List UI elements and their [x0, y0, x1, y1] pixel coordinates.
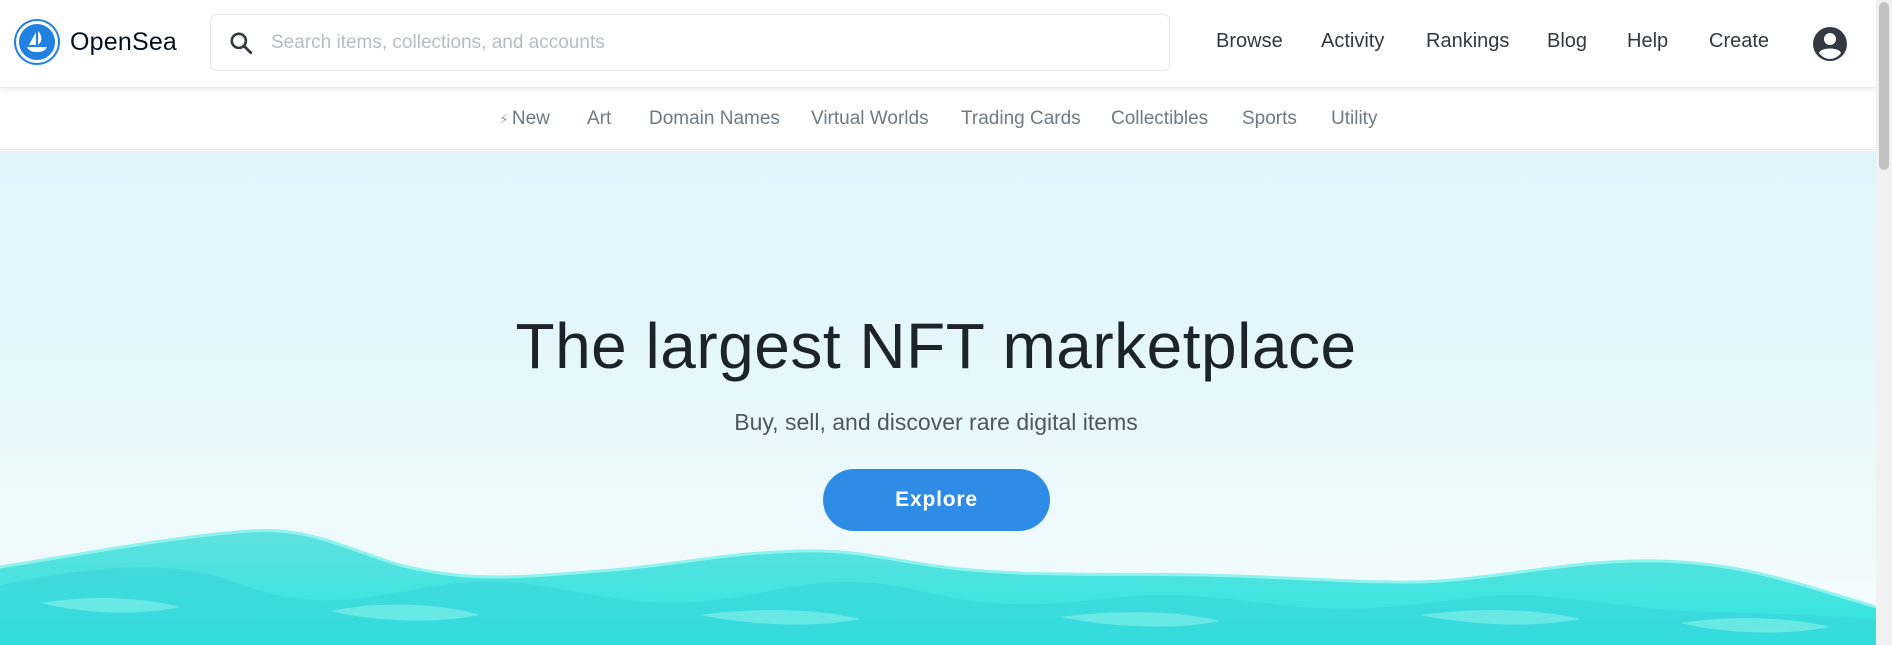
category-collectibles[interactable]: Collectibles: [1111, 108, 1208, 130]
account-circle-icon[interactable]: [1808, 22, 1852, 66]
explore-button[interactable]: Explore: [823, 469, 1050, 531]
search-input[interactable]: [271, 15, 1151, 70]
nav-blog[interactable]: Blog: [1547, 30, 1587, 53]
category-virtual-worlds[interactable]: Virtual Worlds: [811, 108, 929, 130]
hero-title: The largest NFT marketplace: [515, 310, 1357, 382]
hero-subtitle: Buy, sell, and discover rare digital ite…: [734, 409, 1138, 435]
opensea-logo-icon: [16, 21, 58, 63]
nav-activity[interactable]: Activity: [1321, 30, 1384, 53]
page-scrollbar[interactable]: [1876, 0, 1892, 645]
nav-help[interactable]: Help: [1627, 30, 1668, 53]
brand-logo-link[interactable]: OpenSea: [16, 20, 177, 64]
category-new[interactable]: ⚡︎ New: [499, 108, 550, 130]
scrollbar-thumb[interactable]: [1879, 2, 1889, 170]
brand-name: OpenSea: [70, 27, 178, 56]
nav-browse[interactable]: Browse: [1216, 30, 1283, 53]
nav-rankings[interactable]: Rankings: [1426, 30, 1509, 53]
category-bar: ⚡︎ New Art Domain Names Virtual Worlds Tr…: [0, 88, 1892, 150]
category-trading-cards[interactable]: Trading Cards: [961, 108, 1081, 130]
top-navigation-bar: OpenSea Browse Activity Rankings Blog He…: [0, 0, 1892, 88]
hero-section: The largest NFT marketplace Buy, sell, a…: [0, 151, 1892, 645]
category-sports[interactable]: Sports: [1242, 108, 1297, 130]
search-box[interactable]: [210, 14, 1170, 71]
lightning-bolt-icon: ⚡︎: [499, 111, 509, 127]
nav-create[interactable]: Create: [1709, 30, 1769, 53]
search-icon: [211, 15, 271, 70]
category-domain-names[interactable]: Domain Names: [649, 108, 780, 130]
category-new-label: New: [511, 108, 550, 129]
category-utility[interactable]: Utility: [1331, 108, 1377, 130]
category-art[interactable]: Art: [587, 108, 611, 130]
